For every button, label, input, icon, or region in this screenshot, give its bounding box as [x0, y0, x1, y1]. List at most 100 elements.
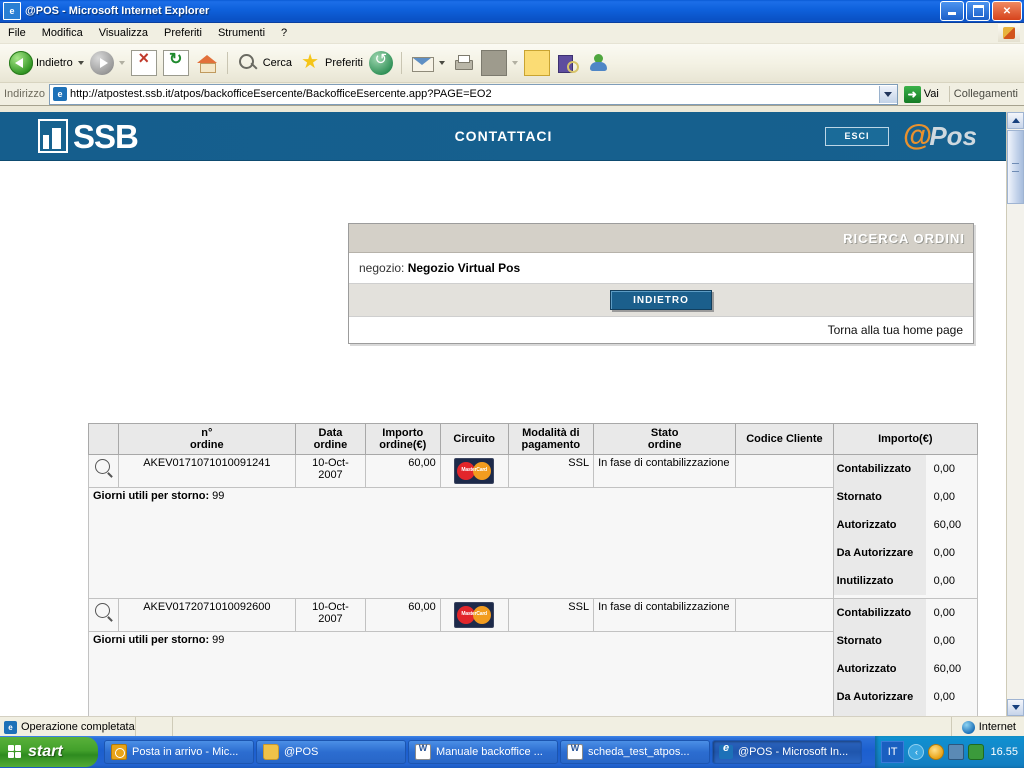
- printer-icon: [451, 51, 475, 75]
- start-button[interactable]: start: [0, 737, 98, 767]
- row-1-magnifier-cell[interactable]: [88, 454, 119, 488]
- row-2-label-contabilizzato: Contabilizzato: [833, 599, 926, 627]
- menu-item-visualizza[interactable]: Visualizza: [91, 25, 156, 41]
- chevron-down-icon-mail[interactable]: [438, 61, 445, 65]
- site-header: SSB CONTATTACI ESCI @ Pos: [0, 112, 1007, 161]
- row-2-label-autorizzato: Autorizzato: [833, 655, 926, 683]
- col-header-magnifier: [88, 423, 119, 455]
- atpos-brand-text: Pos: [929, 121, 977, 151]
- word-icon: [415, 743, 431, 760]
- row-1-amount-contabilizzato: Contabilizzato 0,00: [833, 455, 977, 483]
- status-pane-2: [171, 717, 209, 737]
- note-icon: [523, 50, 550, 76]
- vertical-scrollbar[interactable]: [1006, 112, 1024, 716]
- notes-button[interactable]: [521, 48, 553, 78]
- clock-icon[interactable]: [928, 744, 945, 760]
- page-body: RICERCA ORDINI negozio: Negozio Virtual …: [0, 161, 1007, 716]
- menu-item-help[interactable]: ?: [273, 25, 295, 41]
- panel-button-row: INDIETRO: [349, 284, 973, 317]
- atpos-brand-logo: @ Pos: [903, 121, 977, 151]
- col-header-order-number-l2: ordine: [190, 439, 224, 451]
- search-icon[interactable]: [95, 459, 110, 474]
- taskbar-item-outlook[interactable]: Posta in arrivo - Mic...: [104, 740, 254, 764]
- taskbar-item-folder[interactable]: @POS: [256, 740, 406, 764]
- address-input[interactable]: e http://atpostest.ssb.it/atpos/backoffi…: [48, 83, 898, 105]
- col-header-order-status-l1: Stato: [650, 427, 679, 439]
- row-2-payment-mode: SSL: [507, 598, 595, 632]
- row-2-label-stornato: Stornato: [833, 627, 926, 655]
- minimize-button[interactable]: [940, 1, 964, 21]
- mail-button[interactable]: [407, 48, 448, 78]
- search-icon[interactable]: [95, 603, 110, 618]
- home-button[interactable]: [192, 48, 222, 78]
- encarta-button[interactable]: [553, 48, 583, 78]
- refresh-button[interactable]: [160, 48, 192, 78]
- go-button[interactable]: ➜ Vai: [898, 85, 945, 103]
- history-button[interactable]: [366, 48, 396, 78]
- links-label[interactable]: Collegamenti: [954, 88, 1024, 100]
- back-arrow-icon: [9, 51, 33, 75]
- col-header-circuit-l1: Circuito: [453, 433, 495, 445]
- edit-button[interactable]: [478, 48, 521, 78]
- back-button[interactable]: Indietro: [6, 48, 87, 78]
- row-2-order-date: 10-Oct-2007: [295, 598, 366, 632]
- home-icon: [195, 51, 219, 75]
- row-1-circuit: MasterCard: [439, 454, 509, 488]
- col-header-customer-code-l1: Codice Cliente: [746, 433, 823, 445]
- table-row[interactable]: AKEV0171071010091241 10-Oct-2007 60,00 M…: [88, 454, 979, 599]
- forward-button[interactable]: [87, 48, 128, 78]
- language-indicator[interactable]: IT: [880, 741, 905, 763]
- taskbar-item-ie[interactable]: @POS - Microsoft In...: [712, 740, 862, 764]
- menu-item-modifica[interactable]: Modifica: [34, 25, 91, 41]
- col-header-order-status-l2: ordine: [647, 439, 682, 451]
- taskbar-item-word-manuale[interactable]: Manuale backoffice ...: [408, 740, 558, 764]
- scrollbar-grip-icon: [1012, 162, 1019, 172]
- mastercard-label: MasterCard: [461, 467, 487, 473]
- menu-item-preferiti[interactable]: Preferiti: [156, 25, 210, 41]
- chevron-left-icon[interactable]: ‹: [908, 744, 925, 760]
- row-1-value-stornato: 0,00: [925, 483, 977, 511]
- row-2-magnifier-cell[interactable]: [88, 598, 119, 632]
- ie-icon: [719, 742, 733, 759]
- col-header-circuit: Circuito: [439, 423, 509, 455]
- stop-button[interactable]: [128, 48, 160, 78]
- search-icon: [236, 51, 260, 75]
- row-1-value-contabilizzato: 0,00: [925, 455, 977, 483]
- row-2-value-da-autorizzare: 0,00: [925, 683, 977, 711]
- table-row[interactable]: AKEV0172071010092600 10-Oct-2007 60,00 M…: [88, 598, 979, 716]
- col-header-order-status: Stato ordine: [593, 423, 737, 455]
- esci-button[interactable]: ESCI: [825, 126, 889, 146]
- search-button[interactable]: Cerca: [233, 48, 295, 78]
- messenger-button[interactable]: [583, 48, 613, 78]
- row-1-order-status: In fase di contabilizzazione: [593, 454, 737, 488]
- maximize-button[interactable]: [966, 1, 990, 21]
- globe-icon: [961, 720, 975, 734]
- taskbar: start Posta in arrivo - Mic... @POS Manu…: [0, 736, 1024, 768]
- home-page-link[interactable]: Torna alla tua home page: [349, 317, 973, 343]
- print-button[interactable]: [448, 48, 478, 78]
- row-1-label-da-autorizzare: Da Autorizzare: [833, 539, 926, 567]
- menu-item-file[interactable]: File: [0, 25, 34, 41]
- indietro-button[interactable]: INDIETRO: [610, 290, 712, 310]
- chevron-down-icon[interactable]: [77, 61, 84, 65]
- menu-item-strumenti[interactable]: Strumenti: [210, 25, 273, 41]
- row-1-value-autorizzato: 60,00: [925, 511, 977, 539]
- toolbar-separator-2: [400, 52, 402, 74]
- taskbar-item-word-scheda-label: scheda_test_atpos...: [588, 746, 690, 758]
- favorites-button[interactable]: ★ Preferiti: [295, 48, 366, 78]
- row-1-value-da-autorizzare: 0,00: [925, 539, 977, 567]
- go-arrow-icon: ➜: [903, 85, 921, 103]
- table-header-row: n° ordine Data ordine Importo ordine(€): [88, 423, 979, 455]
- shield-icon[interactable]: [968, 744, 985, 760]
- taskbar-clock[interactable]: 16.55: [988, 746, 1018, 758]
- col-header-order-date: Data ordine: [295, 423, 366, 455]
- scroll-down-button[interactable]: [1007, 699, 1024, 716]
- network-icon[interactable]: [948, 744, 965, 760]
- close-button[interactable]: ✕: [992, 1, 1022, 21]
- scroll-up-button[interactable]: [1007, 112, 1024, 129]
- col-header-order-number: n° ordine: [117, 423, 297, 455]
- address-bar: Indirizzo e http://atpostest.ssb.it/atpo…: [0, 83, 1024, 106]
- address-dropdown-button[interactable]: [878, 85, 897, 103]
- scrollbar-thumb[interactable]: [1007, 130, 1024, 204]
- taskbar-item-word-scheda[interactable]: scheda_test_atpos...: [560, 740, 710, 764]
